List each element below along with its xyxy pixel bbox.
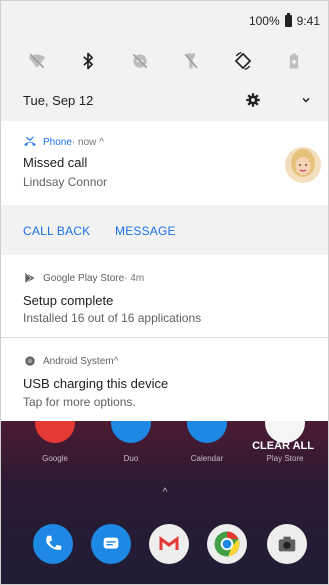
- app-name: Google Play Store: [43, 272, 125, 284]
- chrome-app-icon[interactable]: [207, 524, 247, 564]
- notification-meta: · 4m: [124, 272, 145, 284]
- bluetooth-icon[interactable]: [73, 46, 103, 76]
- app-label: Google: [42, 454, 68, 463]
- do-not-disturb-off-icon[interactable]: [125, 46, 155, 76]
- notification-usb-charging[interactable]: Android System ^ USB charging this devic…: [1, 338, 328, 421]
- camera-app-icon[interactable]: [267, 524, 307, 564]
- google-app-icon[interactable]: [35, 421, 75, 443]
- app-label: Play Store: [266, 454, 304, 463]
- notification-actions: CALL BACK MESSAGE: [1, 205, 328, 255]
- clear-all-button[interactable]: CLEAR ALL: [252, 440, 314, 452]
- wifi-off-icon[interactable]: [22, 46, 52, 76]
- notification-title: Missed call: [23, 155, 88, 170]
- notification-header: Google Play Store · 4m: [23, 271, 144, 285]
- android-system-icon: [25, 356, 35, 366]
- gmail-app-icon[interactable]: [149, 524, 189, 564]
- chevron-up-icon[interactable]: ^: [163, 487, 168, 498]
- duo-app-icon[interactable]: [111, 421, 151, 443]
- notification-header: Phone · now ^: [23, 135, 104, 149]
- battery-icon: [284, 13, 292, 27]
- call-back-button[interactable]: CALL BACK: [23, 224, 90, 238]
- notification-title: USB charging this device: [23, 376, 169, 391]
- auto-rotate-icon[interactable]: [228, 46, 258, 76]
- battery-saver-icon[interactable]: [279, 46, 309, 76]
- missed-call-icon: [24, 136, 36, 147]
- clock: 9:41: [296, 14, 320, 28]
- messages-app-icon[interactable]: [91, 524, 131, 564]
- date-row: Tue, Sep 12: [1, 87, 328, 113]
- date-label: Tue, Sep 12: [23, 92, 94, 108]
- message-button[interactable]: MESSAGE: [115, 224, 176, 238]
- notification-text: Installed 16 out of 16 applications: [23, 311, 202, 325]
- notification-missed-call[interactable]: Phone · now ^ Missed call Lindsay Connor: [1, 121, 328, 205]
- notification-shade: 100% 9:41 Tue, Sep 12 Phone · now ^ Miss…: [0, 0, 329, 585]
- notification-meta: · now ^: [71, 136, 104, 148]
- app-label: Calendar: [190, 454, 224, 463]
- play-store-icon: [25, 272, 35, 284]
- app-label: Duo: [123, 454, 139, 463]
- app-name: Android System: [43, 355, 114, 367]
- notification-header: Android System ^: [23, 354, 118, 368]
- notification-text: Lindsay Connor: [23, 175, 108, 189]
- notification-setup-complete[interactable]: Google Play Store · 4m Setup complete In…: [1, 255, 328, 335]
- quick-settings-panel: 100% 9:41 Tue, Sep 12: [1, 1, 328, 121]
- chevron-down-icon[interactable]: [297, 91, 315, 109]
- dock: [1, 524, 328, 574]
- gear-icon[interactable]: [244, 91, 262, 109]
- avatar: [285, 147, 321, 183]
- notification-title: Setup complete: [23, 293, 114, 308]
- notification-text: Tap for more options.: [23, 395, 136, 409]
- battery-percentage: 100%: [248, 14, 280, 28]
- quick-tiles-row: [1, 45, 328, 77]
- calendar-app-icon[interactable]: [187, 421, 227, 443]
- app-name: Phone: [43, 136, 72, 148]
- flashlight-off-icon[interactable]: [176, 46, 206, 76]
- status-bar: 100% 9:41: [249, 13, 320, 29]
- notification-meta: ^: [113, 355, 119, 367]
- phone-app-icon[interactable]: [33, 524, 73, 564]
